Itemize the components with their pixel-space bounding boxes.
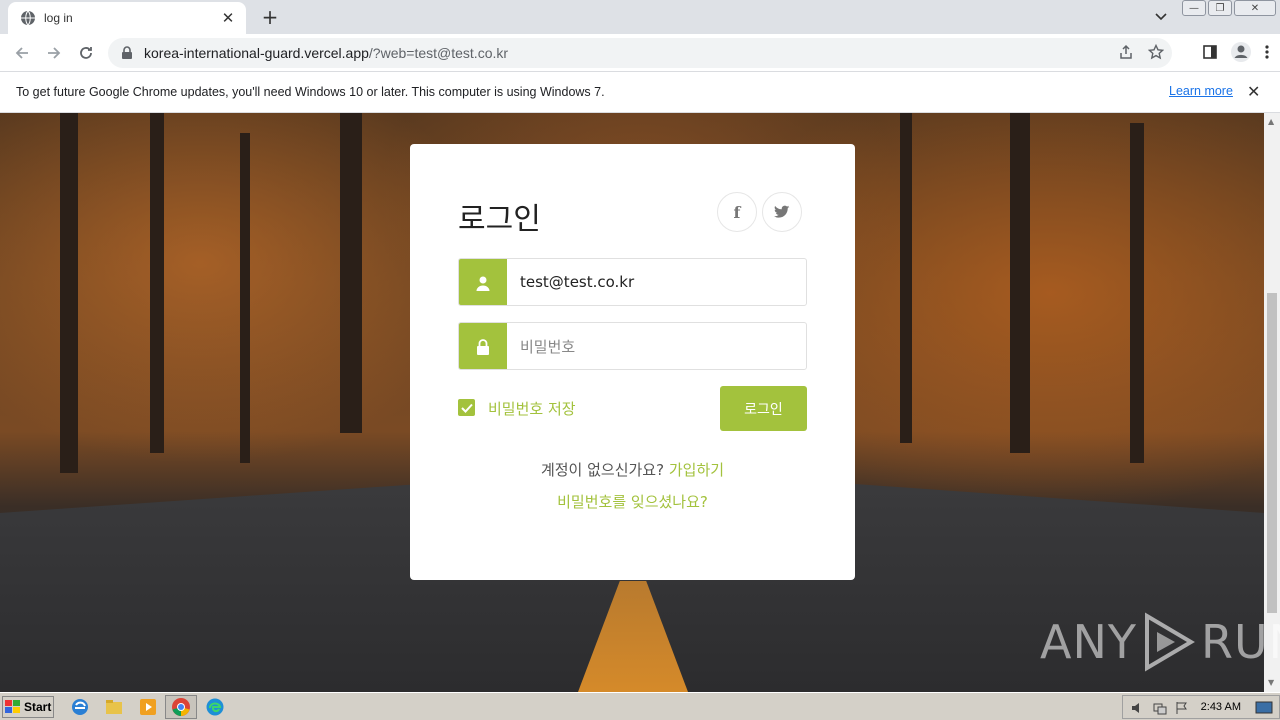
twitter-button[interactable] <box>762 192 802 232</box>
update-infobar: To get future Google Chrome updates, you… <box>0 72 1280 113</box>
window-controls: — ❐ ✕ <box>1182 0 1276 18</box>
no-account-text: 계정이 없으신가요? <box>540 461 665 479</box>
check-icon <box>460 403 473 413</box>
watermark-left: ANY <box>1040 615 1137 669</box>
facebook-icon: f <box>733 202 741 222</box>
login-card: 로그인 f test@test.co.kr 비밀번호 비밀번호 저장 로그인 계… <box>410 144 855 580</box>
volume-icon[interactable] <box>1131 701 1145 715</box>
close-window-button[interactable]: ✕ <box>1234 0 1276 16</box>
windows-taskbar: Start 2:43 AM <box>0 692 1280 720</box>
arrow-right-icon <box>48 46 61 59</box>
reload-button[interactable] <box>70 37 102 69</box>
tree-trunk <box>150 113 164 453</box>
lock-icon <box>477 339 489 355</box>
user-icon <box>476 276 490 291</box>
forgot-password-link[interactable]: 비밀번호를 잊으셨나요? <box>410 491 855 512</box>
signup-link[interactable]: 가입하기 <box>669 461 724 479</box>
tab-close-icon[interactable]: ✕ <box>218 8 238 28</box>
infobar-close-icon[interactable]: ✕ <box>1247 82 1260 101</box>
address-bar[interactable]: korea-international-guard.vercel.app/?we… <box>108 38 1172 68</box>
tab-search-chevron-icon[interactable] <box>1150 8 1172 26</box>
back-button[interactable] <box>6 37 38 69</box>
show-desktop-icon[interactable] <box>1255 701 1273 715</box>
remember-checkbox[interactable] <box>458 399 475 416</box>
action-center-flag-icon[interactable] <box>1175 701 1189 715</box>
infobar-message: To get future Google Chrome updates, you… <box>16 85 605 99</box>
share-icon[interactable] <box>1118 44 1134 60</box>
edge-icon[interactable] <box>205 697 225 717</box>
tab-strip: log in ✕ + — ❐ ✕ <box>0 0 1280 34</box>
profile-avatar-icon[interactable] <box>1230 41 1252 63</box>
globe-icon <box>21 10 35 26</box>
login-title: 로그인 <box>458 202 541 237</box>
password-placeholder[interactable]: 비밀번호 <box>507 323 806 369</box>
start-button[interactable]: Start <box>2 696 54 718</box>
facebook-button[interactable]: f <box>717 192 757 232</box>
lock-icon <box>122 46 132 59</box>
arrow-left-icon <box>15 46 28 59</box>
remember-label[interactable]: 비밀번호 저장 <box>488 398 576 419</box>
side-panel-icon[interactable] <box>1202 44 1218 60</box>
start-label: Start <box>24 700 52 714</box>
tree-trunk <box>340 113 362 433</box>
password-icon-box <box>459 323 507 369</box>
page-scrollbar[interactable]: ▲ ▼ <box>1264 113 1280 692</box>
tree-trunk <box>1130 123 1144 463</box>
anyrun-watermark: ANY RUN <box>1040 612 1280 672</box>
browser-tab[interactable]: log in ✕ <box>8 2 246 34</box>
email-field[interactable]: test@test.co.kr <box>458 258 807 306</box>
email-icon-box <box>459 259 507 305</box>
email-value[interactable]: test@test.co.kr <box>507 259 806 305</box>
toolbar-right <box>1202 41 1270 63</box>
chrome-icon <box>172 698 190 716</box>
scroll-up-icon[interactable]: ▲ <box>1268 117 1274 126</box>
tab-title: log in <box>44 11 73 25</box>
network-icon[interactable] <box>1153 701 1167 715</box>
learn-more-link[interactable]: Learn more <box>1169 84 1233 98</box>
internet-explorer-icon[interactable] <box>70 697 90 717</box>
menu-kebab-icon[interactable] <box>1264 44 1270 60</box>
reload-icon <box>80 46 92 59</box>
tree-trunk <box>60 113 78 473</box>
scrollbar-thumb[interactable] <box>1267 293 1277 613</box>
watermark-right: RUN <box>1200 615 1280 669</box>
file-explorer-icon[interactable] <box>104 697 124 717</box>
play-triangle-icon <box>1144 612 1195 672</box>
clock[interactable]: 2:43 AM <box>1201 701 1241 713</box>
minimize-button[interactable]: — <box>1182 0 1206 16</box>
signup-prompt: 계정이 없으신가요? 가입하기 <box>410 459 855 480</box>
windows-logo-icon <box>5 700 20 713</box>
scroll-down-icon[interactable]: ▼ <box>1268 678 1274 687</box>
system-tray: 2:43 AM <box>1122 695 1280 719</box>
browser-toolbar: korea-international-guard.vercel.app/?we… <box>0 34 1280 72</box>
login-button[interactable]: 로그인 <box>720 386 807 431</box>
media-player-icon[interactable] <box>138 697 158 717</box>
maximize-button[interactable]: ❐ <box>1208 0 1232 16</box>
password-field[interactable]: 비밀번호 <box>458 322 807 370</box>
chrome-taskbar-button[interactable] <box>165 695 197 719</box>
tree-trunk <box>240 133 250 463</box>
twitter-icon <box>774 205 790 218</box>
tree-trunk <box>900 113 912 443</box>
forward-button[interactable] <box>38 37 70 69</box>
new-tab-button[interactable]: + <box>258 5 282 29</box>
url-host: korea-international-guard.vercel.app <box>144 45 369 61</box>
tree-trunk <box>1010 113 1030 453</box>
bookmark-star-icon[interactable] <box>1148 44 1164 60</box>
url-path: /?web=test@test.co.kr <box>368 45 509 61</box>
